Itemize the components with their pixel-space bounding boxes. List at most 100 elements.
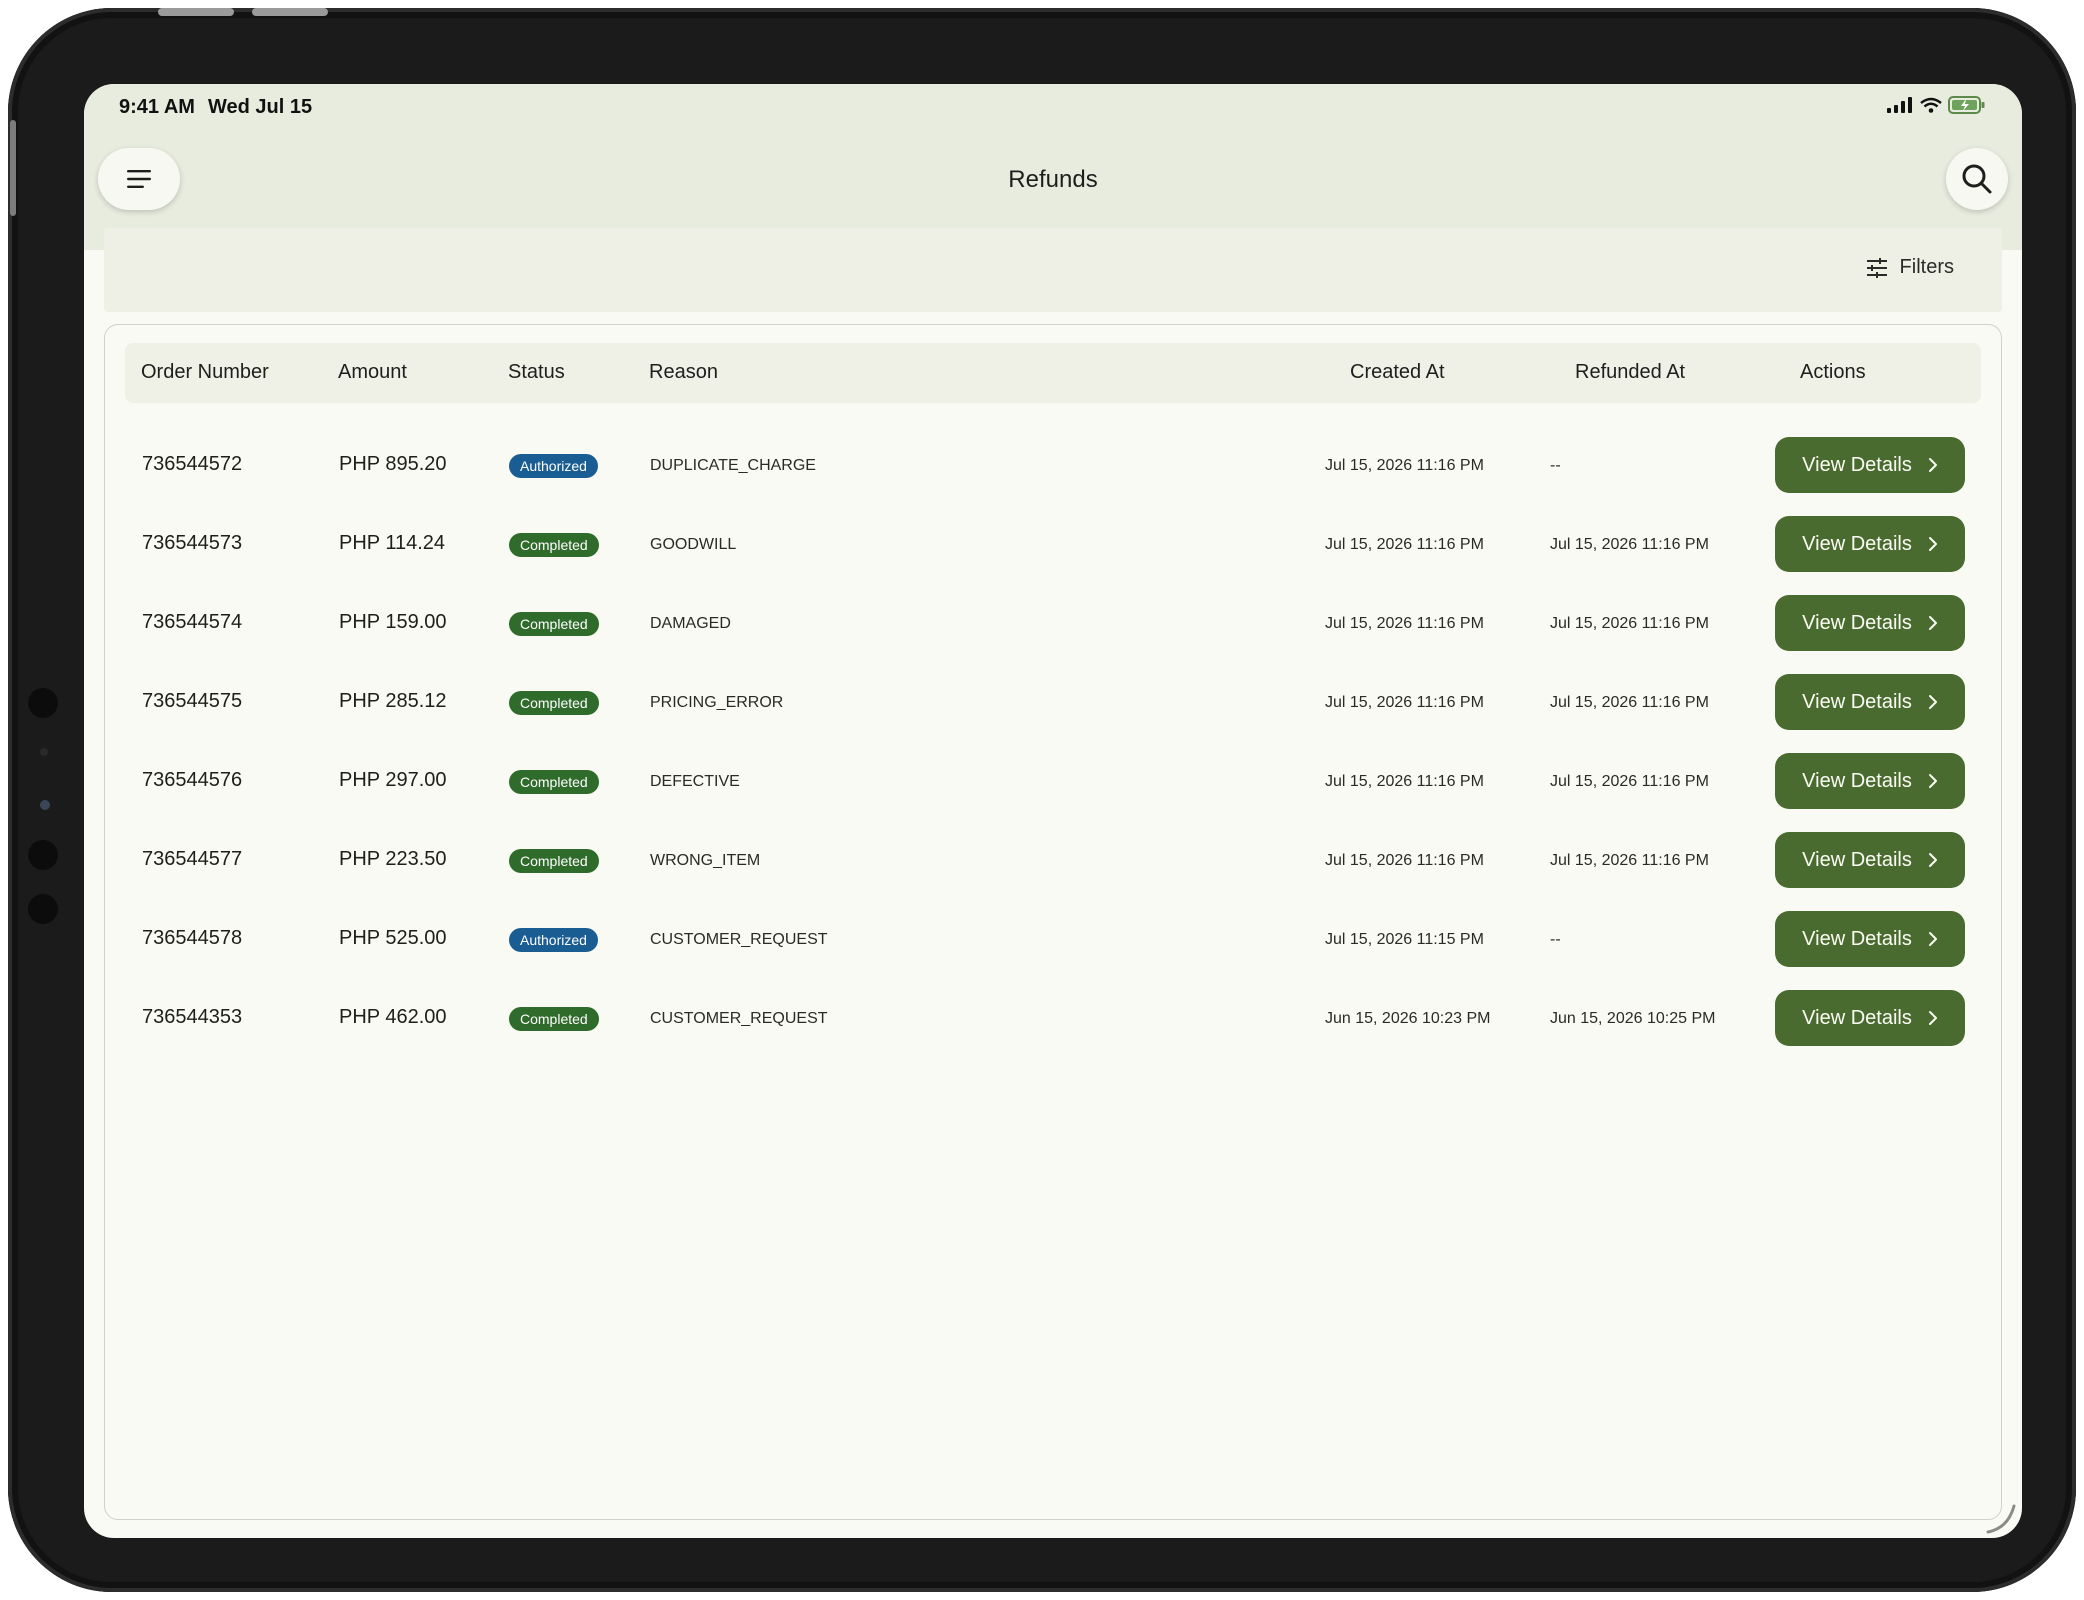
chevron-right-icon — [1928, 774, 1937, 788]
camera-dot — [28, 840, 58, 870]
refund-amount: PHP 285.12 — [339, 690, 447, 712]
status-icons — [1886, 96, 1986, 114]
refunded-at: Jul 15, 2026 11:16 PM — [1550, 536, 1709, 553]
filters-label: Filters — [1899, 256, 1954, 278]
created-at: Jun 15, 2026 10:23 PM — [1325, 1010, 1491, 1027]
refund-amount: PHP 525.00 — [339, 927, 447, 949]
battery-charging-icon — [1948, 96, 1985, 114]
refunds-table: Order Number Amount Status Reason Create… — [104, 324, 2002, 1520]
refunded-at: Jul 15, 2026 11:16 PM — [1550, 694, 1709, 711]
search-button[interactable] — [1946, 148, 2008, 210]
chevron-right-icon — [1928, 616, 1937, 630]
camera-dot — [28, 688, 58, 718]
column-header-reason[interactable]: Reason — [649, 361, 718, 384]
chevron-right-icon — [1928, 932, 1937, 946]
table-row: 736544578 PHP 525.00 Authorized CUSTOMER_RE… — [105, 909, 2001, 988]
wifi-icon — [1920, 97, 1942, 113]
view-details-button[interactable]: View Details — [1775, 516, 1965, 572]
status-badge: Completed — [509, 691, 599, 715]
order-number: 736544575 — [142, 690, 243, 712]
refund-amount: PHP 895.20 — [339, 453, 447, 475]
created-at: Jul 15, 2026 11:16 PM — [1325, 457, 1484, 474]
column-header-order-number[interactable]: Order Number — [141, 361, 269, 384]
created-at: Jul 15, 2026 11:16 PM — [1325, 852, 1484, 869]
view-details-button[interactable]: View Details — [1775, 674, 1965, 730]
refund-amount: PHP 223.50 — [339, 848, 447, 870]
view-details-label: View Details — [1802, 532, 1912, 555]
volume-button — [158, 8, 234, 16]
status-badge: Completed — [509, 1007, 599, 1031]
view-details-label: View Details — [1802, 1006, 1912, 1029]
refund-amount: PHP 159.00 — [339, 611, 447, 633]
refund-reason: DEFECTIVE — [650, 773, 740, 790]
volume-button — [252, 8, 328, 16]
order-number: 736544578 — [142, 927, 243, 949]
created-at: Jul 15, 2026 11:16 PM — [1325, 773, 1484, 790]
status-date: Wed Jul 15 — [208, 96, 313, 118]
created-at: Jul 15, 2026 11:15 PM — [1325, 931, 1484, 948]
chevron-right-icon — [1928, 458, 1937, 472]
view-details-button[interactable]: View Details — [1775, 753, 1965, 809]
refund-reason: CUSTOMER_REQUEST — [650, 931, 828, 948]
power-button — [10, 120, 16, 216]
refunded-at: -- — [1550, 457, 1561, 474]
status-badge: Authorized — [509, 928, 598, 952]
refunded-at: Jul 15, 2026 11:16 PM — [1550, 852, 1709, 869]
column-header-status[interactable]: Status — [508, 361, 565, 384]
sliders-icon — [1866, 257, 1887, 278]
filter-bar: Filters — [104, 228, 2002, 312]
column-header-created-at[interactable]: Created At — [1350, 361, 1445, 384]
refunded-at: Jul 15, 2026 11:16 PM — [1550, 615, 1709, 632]
page-title: Refunds — [1008, 166, 1098, 193]
table-row: 736544573 PHP 114.24 Completed GOODWILL Jul … — [105, 514, 2001, 593]
resize-corner-icon — [1986, 1504, 2016, 1534]
refund-reason: WRONG_ITEM — [650, 852, 761, 869]
tablet-frame: 9:41 AM Wed Jul 15 Refunds Filters Order… — [8, 8, 2076, 1592]
table-row: 736544574 PHP 159.00 Completed DAMAGED Jul 1… — [105, 593, 2001, 672]
status-badge: Completed — [509, 770, 599, 794]
table-row: 736544576 PHP 297.00 Completed DEFECTIVE Jul… — [105, 751, 2001, 830]
chevron-right-icon — [1928, 853, 1937, 867]
view-details-label: View Details — [1802, 690, 1912, 713]
refund-amount: PHP 114.24 — [339, 532, 446, 554]
sensor-dot — [40, 748, 48, 756]
order-number: 736544572 — [142, 453, 243, 475]
column-header-actions: Actions — [1800, 361, 1866, 383]
refund-amount: PHP 462.00 — [339, 1006, 447, 1028]
view-details-button[interactable]: View Details — [1775, 595, 1965, 651]
refund-reason: DAMAGED — [650, 615, 731, 632]
view-details-label: View Details — [1802, 927, 1912, 950]
sensor-dot — [40, 800, 50, 810]
view-details-button[interactable]: View Details — [1775, 911, 1965, 967]
chevron-right-icon — [1928, 695, 1937, 709]
view-details-button[interactable]: View Details — [1775, 832, 1965, 888]
table-row: 736544572 PHP 895.20 Authorized DUPLICATE_C… — [105, 435, 2001, 514]
refund-reason: DUPLICATE_CHARGE — [650, 457, 816, 474]
view-details-button[interactable]: View Details — [1775, 437, 1965, 493]
cellular-signal-icon — [1887, 97, 1912, 113]
refunded-at: -- — [1550, 931, 1561, 948]
view-details-button[interactable]: View Details — [1775, 990, 1965, 1046]
table-row: 736544353 PHP 462.00 Completed CUSTOMER_REQ… — [105, 988, 2001, 1067]
created-at: Jul 15, 2026 11:16 PM — [1325, 615, 1484, 632]
refund-reason: CUSTOMER_REQUEST — [650, 1010, 828, 1027]
created-at: Jul 15, 2026 11:16 PM — [1325, 694, 1484, 711]
order-number: 736544573 — [142, 532, 243, 554]
refund-reason: GOODWILL — [650, 536, 737, 553]
table-row: 736544577 PHP 223.50 Completed WRONG_ITEM Ju… — [105, 830, 2001, 909]
view-details-label: View Details — [1802, 769, 1912, 792]
column-header-refunded-at[interactable]: Refunded At — [1575, 361, 1685, 384]
refunded-at: Jul 15, 2026 11:16 PM — [1550, 773, 1709, 790]
refund-amount: PHP 297.00 — [339, 769, 447, 791]
status-badge: Authorized — [509, 454, 598, 478]
view-details-label: View Details — [1802, 453, 1912, 476]
chevron-right-icon — [1928, 1011, 1937, 1025]
view-details-label: View Details — [1802, 611, 1912, 634]
status-bar: 9:41 AM Wed Jul 15 — [84, 84, 2022, 128]
order-number: 736544574 — [142, 611, 243, 633]
table-header: Order Number Amount Status Reason Create… — [125, 343, 1981, 403]
filters-button[interactable]: Filters — [1866, 256, 1954, 279]
screen: 9:41 AM Wed Jul 15 Refunds Filters Order… — [84, 84, 2022, 1538]
order-number: 736544577 — [142, 848, 243, 870]
column-header-amount[interactable]: Amount — [338, 361, 407, 384]
